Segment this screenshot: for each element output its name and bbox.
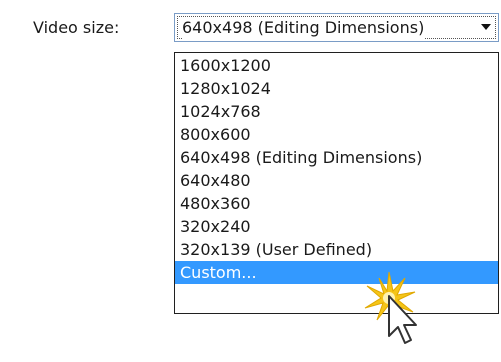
video-size-label: Video size: bbox=[33, 18, 120, 37]
option-640x498-editing-dimensions[interactable]: 640x498 (Editing Dimensions) bbox=[175, 146, 498, 169]
option-custom[interactable]: Custom... bbox=[175, 261, 498, 284]
option-640x480[interactable]: 640x480 bbox=[175, 169, 498, 192]
option-320x240[interactable]: 320x240 bbox=[175, 215, 498, 238]
mouse-pointer-icon bbox=[388, 295, 417, 344]
video-size-dropdown-list: 1600x1200 1280x1024 1024x768 800x600 640… bbox=[174, 52, 499, 314]
option-320x139-user-defined[interactable]: 320x139 (User Defined) bbox=[175, 238, 498, 261]
chevron-down-icon[interactable] bbox=[481, 24, 491, 30]
video-size-select[interactable]: 640x498 (Editing Dimensions) bbox=[174, 13, 499, 42]
cursor-overlay bbox=[355, 270, 435, 362]
option-1024x768[interactable]: 1024x768 bbox=[175, 100, 498, 123]
video-size-selected-value: 640x498 (Editing Dimensions) bbox=[182, 17, 425, 39]
option-1600x1200[interactable]: 1600x1200 bbox=[175, 54, 498, 77]
video-size-setting: Video size: 640x498 (Editing Dimensions)… bbox=[0, 0, 501, 362]
option-800x600[interactable]: 800x600 bbox=[175, 123, 498, 146]
option-480x360[interactable]: 480x360 bbox=[175, 192, 498, 215]
option-1280x1024[interactable]: 1280x1024 bbox=[175, 77, 498, 100]
